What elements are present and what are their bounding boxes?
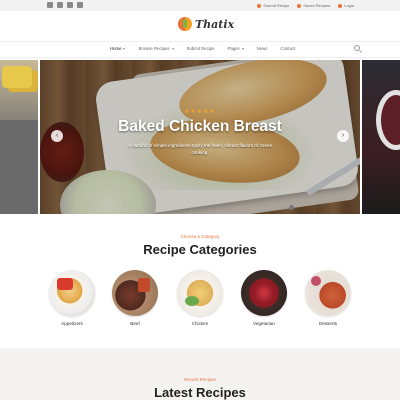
category-image[interactable] xyxy=(305,270,351,316)
category-desserts[interactable]: Desserts xyxy=(304,270,352,326)
category-label[interactable]: Vegetarian xyxy=(240,321,288,326)
heart-icon xyxy=(297,3,302,8)
next-slide-preview[interactable] xyxy=(362,60,400,214)
login-link[interactable]: Login xyxy=(338,2,354,9)
chevron-right-icon: › xyxy=(341,132,345,139)
submit-recipe-link[interactable]: Submit Recipe xyxy=(257,2,289,9)
logo-icon xyxy=(178,17,192,31)
chevron-down-icon xyxy=(241,47,244,50)
top-links: Submit Recipe Saved Recipes Login xyxy=(257,2,354,9)
category-label[interactable]: Beef xyxy=(111,321,159,326)
category-chicken[interactable]: Chicken xyxy=(176,270,224,326)
chevron-left-icon: ‹ xyxy=(55,132,59,139)
slider-next-button[interactable]: › xyxy=(337,130,349,142)
slider-indicator[interactable] xyxy=(289,205,294,210)
logo-text: Thatix xyxy=(195,17,235,31)
hero-slide-image xyxy=(40,60,360,214)
edit-icon xyxy=(257,3,262,8)
top-bar: Submit Recipe Saved Recipes Login xyxy=(0,0,400,11)
hero-description: A handful of simple ingredients typify t… xyxy=(128,143,272,155)
instagram-icon[interactable] xyxy=(67,2,73,8)
category-image[interactable] xyxy=(177,270,223,316)
facebook-icon[interactable] xyxy=(47,2,53,8)
chevron-down-icon xyxy=(123,47,126,50)
social-links xyxy=(47,2,83,8)
categories-title: Recipe Categories xyxy=(143,242,257,257)
saved-recipes-link[interactable]: Saved Recipes xyxy=(297,2,330,9)
slider-prev-button[interactable]: ‹ xyxy=(51,130,63,142)
chevron-down-icon xyxy=(171,47,174,50)
category-beef[interactable]: Beef xyxy=(111,270,159,326)
nav-item-pages[interactable]: Pages xyxy=(227,46,244,51)
categories-subtitle: Choose a Category xyxy=(180,234,220,239)
category-image[interactable] xyxy=(112,270,158,316)
search-icon[interactable] xyxy=(354,45,360,51)
youtube-icon[interactable] xyxy=(77,2,83,8)
category-label[interactable]: Appetizers xyxy=(48,321,96,326)
nav-item-home[interactable]: Home xyxy=(110,46,126,51)
latest-subtitle: Recent Recipes xyxy=(184,377,216,382)
category-image[interactable] xyxy=(241,270,287,316)
category-image[interactable] xyxy=(49,270,95,316)
category-vegetarian[interactable]: Vegetarian xyxy=(240,270,288,326)
main-nav: Home Browse Recipes Submit Recipe Pages … xyxy=(0,41,400,58)
site-logo[interactable]: Thatix xyxy=(178,17,234,31)
category-appetizers[interactable]: Appetizers xyxy=(48,270,96,326)
user-icon xyxy=(338,3,343,8)
category-label[interactable]: Desserts xyxy=(304,321,352,326)
nav-item-browse-recipes[interactable]: Browse Recipes xyxy=(138,46,174,51)
hero-slider: ★★★★★ Baked Chicken Breast A handful of … xyxy=(0,60,400,214)
latest-title: Latest Recipes xyxy=(154,385,246,400)
twitter-icon[interactable] xyxy=(57,2,63,8)
nav-item-submit-recipe[interactable]: Submit Recipe xyxy=(187,46,215,51)
nav-item-news[interactable]: News xyxy=(257,46,268,51)
category-label[interactable]: Chicken xyxy=(176,321,224,326)
nav-item-contact[interactable]: Contact xyxy=(280,46,295,51)
rating-stars: ★★★★★ xyxy=(184,109,216,115)
prev-slide-preview[interactable] xyxy=(0,60,38,214)
